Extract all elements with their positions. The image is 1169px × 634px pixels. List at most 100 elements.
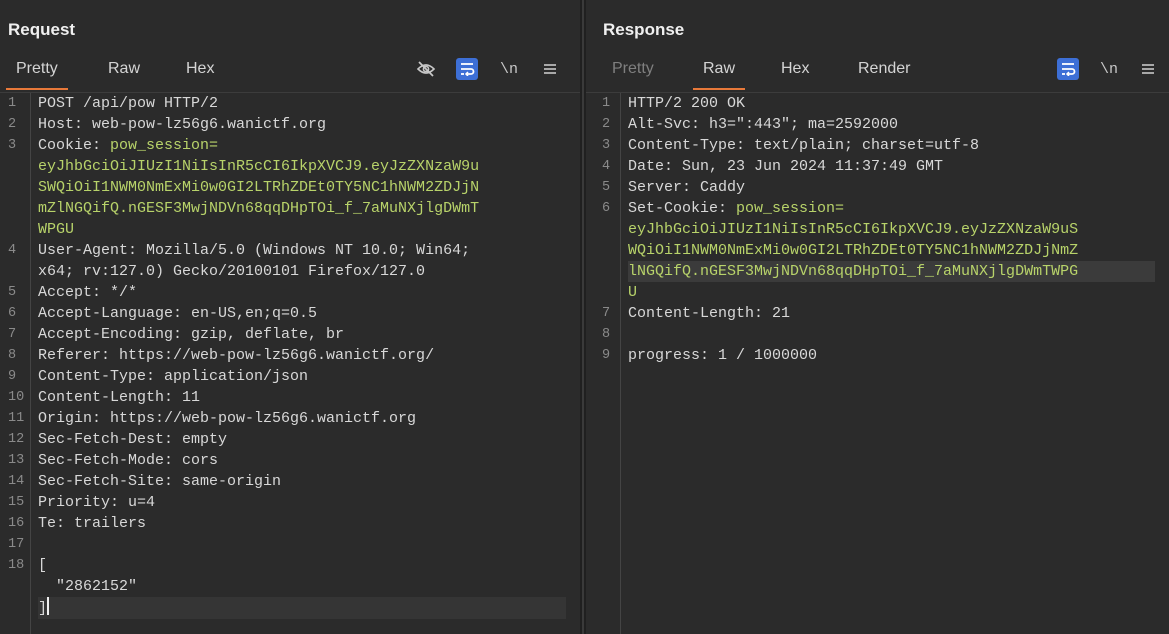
response-tab-pretty[interactable]: Pretty: [610, 60, 656, 78]
code-line[interactable]: 7 Content-Length: 21: [602, 303, 1155, 324]
line-text: SWQiOiI1NWM0NmExMi0w0GI2LTRhZDEt0TY5NC1h…: [38, 179, 480, 196]
line-text: Te: trailers: [38, 515, 147, 532]
code-line[interactable]: 2 Alt-Svc: h3=":443"; ma=2592000: [602, 114, 1155, 135]
hamburger-menu-icon[interactable]: [1136, 57, 1160, 81]
line-text: WQiOiI1NWM0NmExMi0w0GI2LTRhZDEt0TY5NC1hN…: [628, 242, 1079, 259]
line-number: 13: [8, 453, 25, 468]
code-line[interactable]: 5 Accept: */*: [8, 282, 566, 303]
line-text: POST /api/pow HTTP/2: [38, 95, 219, 112]
code-line[interactable]: 14 Sec-Fetch-Site: same-origin: [8, 471, 566, 492]
line-text: Sec-Fetch-Mode: cors: [38, 452, 219, 469]
line-number: 9: [602, 348, 611, 363]
request-tab-hex[interactable]: Hex: [184, 60, 216, 78]
code-line[interactable]: 2 Host: web-pow-lz56g6.wanictf.org: [8, 114, 566, 135]
code-line[interactable]: 18 [: [8, 555, 566, 576]
response-tab-raw[interactable]: Raw: [692, 60, 746, 90]
line-text: Set-Cookie: pow_session=: [628, 200, 845, 217]
code-line[interactable]: 15 Priority: u=4: [8, 492, 566, 513]
line-number: 7: [602, 306, 611, 321]
code-line[interactable]: 11 Origin: https://web-pow-lz56g6.wanictf…: [8, 408, 566, 429]
line-number: 9: [8, 369, 17, 384]
line-text: Sec-Fetch-Site: same-origin: [38, 473, 282, 490]
response-title: Response: [603, 20, 685, 39]
text-wrap-icon[interactable]: [1057, 58, 1079, 80]
line-text: WPGU: [38, 221, 75, 238]
code-line[interactable]: 8 Referer: https://web-pow-lz56g6.wanictf…: [8, 345, 566, 366]
line-number: 4: [8, 243, 17, 258]
text-wrap-icon[interactable]: [456, 58, 478, 80]
response-code[interactable]: 1 HTTP/2 200 OK 2 Alt-Svc: h3=":443"; ma=25…: [602, 93, 1155, 366]
line-number: 17: [8, 537, 25, 552]
code-line[interactable]: 8: [602, 324, 1155, 345]
line-number: 6: [8, 306, 17, 321]
code-line[interactable]: mZlNGQifQ.nGESF3MwjNDVn68qqDHpTOi_f_7aMu…: [38, 198, 566, 219]
response-editor[interactable]: 1 HTTP/2 200 OK 2 Alt-Svc: h3=":443"; ma=25…: [586, 92, 1169, 634]
request-tab-raw[interactable]: Raw: [106, 60, 142, 78]
line-number: 15: [8, 495, 25, 510]
request-editor[interactable]: 1 POST /api/pow HTTP/2 2 Host: web-pow-lz56…: [0, 92, 580, 634]
line-text: eyJhbGciOiJIUzI1NiIsInR5cCI6IkpXVCJ9.eyJ…: [628, 221, 1079, 238]
newline-toggle[interactable]: \n: [1097, 57, 1121, 81]
line-number: 8: [8, 348, 17, 363]
hamburger-menu-icon[interactable]: [538, 57, 562, 81]
code-line[interactable]: WPGU: [38, 219, 566, 240]
line-number: 5: [602, 180, 611, 195]
code-line[interactable]: 3 Content-Type: text/plain; charset=utf-8: [602, 135, 1155, 156]
line-number: 6: [602, 201, 611, 216]
line-number: 10: [8, 390, 25, 405]
code-line[interactable]: 4 Date: Sun, 23 Jun 2024 11:37:49 GMT: [602, 156, 1155, 177]
line-number: 8: [602, 327, 611, 342]
code-line[interactable]: U: [628, 282, 1155, 303]
line-text: Cookie: pow_session=: [38, 137, 219, 154]
code-line[interactable]: 3 Cookie: pow_session=: [8, 135, 566, 156]
line-text: Accept: */*: [38, 284, 138, 301]
code-line[interactable]: ]: [38, 597, 566, 619]
line-text: eyJhbGciOiJIUzI1NiIsInR5cCI6IkpXVCJ9.eyJ…: [38, 158, 480, 175]
code-line[interactable]: 9 progress: 1 / 1000000: [602, 345, 1155, 366]
line-text: x64; rv:127.0) Gecko/20100101 Firefox/12…: [38, 263, 426, 280]
code-line[interactable]: 12 Sec-Fetch-Dest: empty: [8, 429, 566, 450]
line-text: HTTP/2 200 OK: [628, 95, 746, 112]
code-line[interactable]: 13 Sec-Fetch-Mode: cors: [8, 450, 566, 471]
line-text: Accept-Encoding: gzip, deflate, br: [38, 326, 345, 343]
request-tab-pretty[interactable]: Pretty: [6, 60, 68, 90]
code-line[interactable]: 1 POST /api/pow HTTP/2: [8, 93, 566, 114]
code-line[interactable]: lNGQifQ.nGESF3MwjNDVn68qqDHpTOi_f_7aMuNX…: [628, 261, 1155, 282]
response-tab-render[interactable]: Render: [856, 60, 912, 78]
code-line[interactable]: 16 Te: trailers: [8, 513, 566, 534]
code-line[interactable]: 1 HTTP/2 200 OK: [602, 93, 1155, 114]
line-text: Alt-Svc: h3=":443"; ma=2592000: [628, 116, 899, 133]
code-line[interactable]: 6 Accept-Language: en-US,en;q=0.5: [8, 303, 566, 324]
code-line[interactable]: SWQiOiI1NWM0NmExMi0w0GI2LTRhZDEt0TY5NC1h…: [38, 177, 566, 198]
response-tab-hex[interactable]: Hex: [779, 60, 811, 78]
code-line[interactable]: x64; rv:127.0) Gecko/20100101 Firefox/12…: [38, 261, 566, 282]
line-number: 3: [602, 138, 611, 153]
line-text: mZlNGQifQ.nGESF3MwjNDVn68qqDHpTOi_f_7aMu…: [38, 200, 480, 217]
line-text: ]: [38, 600, 48, 617]
code-line[interactable]: 4 User-Agent: Mozilla/5.0 (Windows NT 10.…: [8, 240, 566, 261]
line-text: Content-Type: application/json: [38, 368, 309, 385]
code-line[interactable]: 5 Server: Caddy: [602, 177, 1155, 198]
line-number: 5: [8, 285, 17, 300]
code-line[interactable]: 10 Content-Length: 11: [8, 387, 566, 408]
code-line[interactable]: eyJhbGciOiJIUzI1NiIsInR5cCI6IkpXVCJ9.eyJ…: [628, 219, 1155, 240]
code-line[interactable]: 6 Set-Cookie: pow_session=: [602, 198, 1155, 219]
text-caret: [47, 597, 50, 615]
code-line[interactable]: 9 Content-Type: application/json: [8, 366, 566, 387]
line-text: User-Agent: Mozilla/5.0 (Windows NT 10.0…: [38, 242, 471, 259]
request-code[interactable]: 1 POST /api/pow HTTP/2 2 Host: web-pow-lz56…: [8, 93, 566, 619]
line-text: [: [38, 557, 48, 574]
code-line[interactable]: "2862152": [38, 576, 566, 597]
line-number: 2: [8, 117, 17, 132]
code-line[interactable]: 17: [8, 534, 566, 555]
newline-toggle[interactable]: \n: [497, 57, 521, 81]
eye-slash-icon[interactable]: [414, 57, 438, 81]
line-text: Content-Length: 11: [38, 389, 201, 406]
line-number: 11: [8, 411, 25, 426]
line-text: Content-Length: 21: [628, 305, 791, 322]
code-line[interactable]: WQiOiI1NWM0NmExMi0w0GI2LTRhZDEt0TY5NC1hN…: [628, 240, 1155, 261]
request-title: Request: [8, 20, 76, 39]
code-line[interactable]: 7 Accept-Encoding: gzip, deflate, br: [8, 324, 566, 345]
code-line[interactable]: eyJhbGciOiJIUzI1NiIsInR5cCI6IkpXVCJ9.eyJ…: [38, 156, 566, 177]
line-number: 16: [8, 516, 25, 531]
